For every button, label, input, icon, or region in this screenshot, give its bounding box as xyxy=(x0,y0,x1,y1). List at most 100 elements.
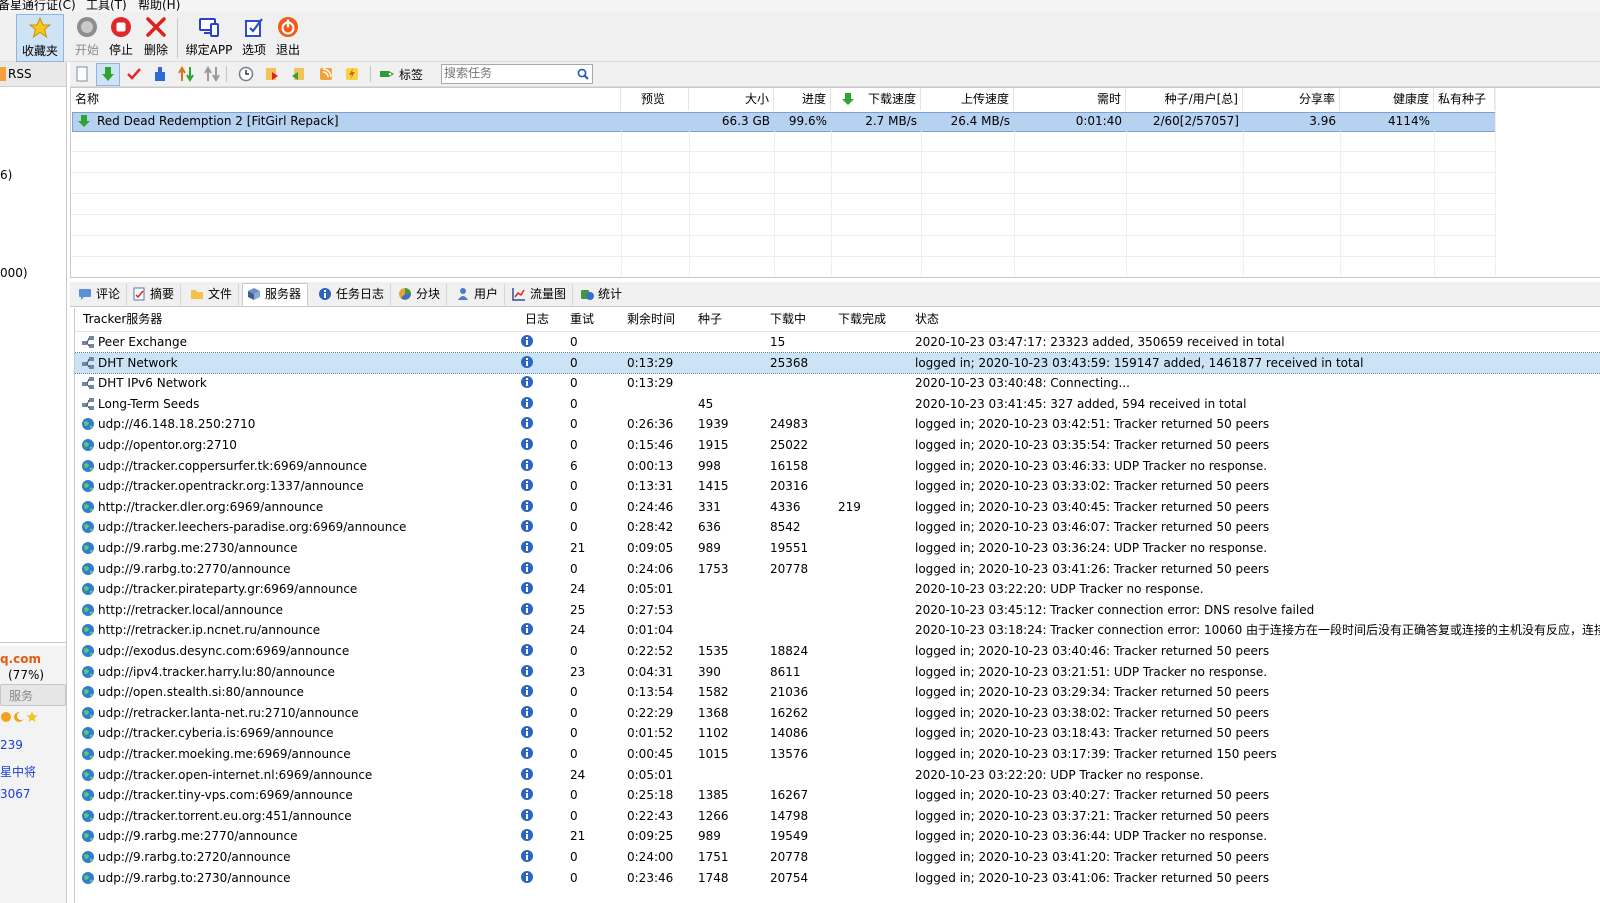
search-input[interactable] xyxy=(442,65,574,81)
upload-icon[interactable] xyxy=(152,66,168,82)
tracker-row[interactable]: udp://46.148.18.250:2710 0 0:26:36 1939 2498… xyxy=(75,414,1600,434)
tracker-row[interactable]: DHT Network 0 0:13:29 25368 logged in; 2020-… xyxy=(75,351,1600,374)
tracker-row[interactable]: udp://9.rarbg.me:2770/announce 21 0:09:25 9… xyxy=(75,826,1600,846)
column-header-retry[interactable]: 重试 xyxy=(570,308,594,331)
category-count[interactable]: 000) xyxy=(0,266,28,280)
info-icon[interactable] xyxy=(520,561,534,575)
tracker-row[interactable]: udp://open.stealth.si:80/announce 0 0:13:5… xyxy=(75,682,1600,702)
tracker-row[interactable]: http://tracker.dler.org:6969/announce 0 0:… xyxy=(75,497,1600,517)
tracker-row[interactable]: udp://exodus.desync.com:6969/announce 0 0:… xyxy=(75,641,1600,661)
tracker-row[interactable]: udp://9.rarbg.to:2770/announce 0 0:24:06 17… xyxy=(75,559,1600,579)
sort-up-icon[interactable] xyxy=(178,66,194,82)
info-icon[interactable] xyxy=(520,725,534,739)
tracker-row[interactable]: udp://9.rarbg.me:2730/announce 21 0:09:05 9… xyxy=(75,538,1600,558)
column-header-seeds[interactable]: 种子 xyxy=(698,308,722,331)
delete-button[interactable]: 删除 xyxy=(140,14,172,60)
info-icon[interactable] xyxy=(520,849,534,863)
tracker-row[interactable]: DHT IPv6 Network 0 0:13:29 2020-10-23 03:40… xyxy=(75,373,1600,393)
tracker-row[interactable]: udp://tracker.moeking.me:6969/announce 0 0… xyxy=(75,744,1600,764)
options-button[interactable]: 选项 xyxy=(238,14,270,60)
checkmark-icon[interactable] xyxy=(126,66,142,82)
tracker-row[interactable]: udp://tracker.tiny-vps.com:6969/announce… xyxy=(75,785,1600,805)
exit-button[interactable]: 退出 xyxy=(272,14,304,60)
info-icon[interactable] xyxy=(520,808,534,822)
tab-summary[interactable]: 摘要 xyxy=(128,284,182,305)
column-header-private[interactable]: 私有种子 xyxy=(1434,88,1495,110)
info-icon[interactable] xyxy=(520,499,534,513)
tag-icon[interactable] xyxy=(379,66,395,82)
tracker-row[interactable]: udp://9.rarbg.to:2730/announce 0 0:23:46 17… xyxy=(75,868,1600,888)
tracker-row[interactable]: http://retracker.ip.ncnet.ru/announce 24 0… xyxy=(75,620,1600,640)
info-icon[interactable] xyxy=(520,458,534,472)
menu-item-passport[interactable]: 备星通行证(C) xyxy=(0,0,76,12)
column-header-completed[interactable]: 下载完成 xyxy=(838,308,886,331)
info-icon[interactable] xyxy=(520,396,534,410)
user-number[interactable]: 239 xyxy=(0,738,23,752)
tab-files[interactable]: 文件 xyxy=(186,284,240,305)
menu-item-tools[interactable]: 工具(T) xyxy=(86,0,127,12)
download-filter-button[interactable] xyxy=(96,63,120,86)
info-icon[interactable] xyxy=(520,622,534,636)
info-icon[interactable] xyxy=(520,870,534,884)
column-header-tracker[interactable]: Tracker服务器 xyxy=(83,308,162,331)
stop-button[interactable]: 停止 xyxy=(106,14,136,60)
info-icon[interactable] xyxy=(520,602,534,616)
tracker-row[interactable]: Long-Term Seeds 0 45 2020-10-23 03:41:45: 3… xyxy=(75,394,1600,414)
import-icon[interactable] xyxy=(264,66,280,82)
tracker-row[interactable]: udp://opentor.org:2710 0 0:15:46 1915 25022 l… xyxy=(75,435,1600,455)
info-icon[interactable] xyxy=(520,416,534,430)
info-icon[interactable] xyxy=(520,355,534,369)
tracker-row[interactable]: udp://tracker.torrent.eu.org:451/announc… xyxy=(75,806,1600,826)
column-header-seeds-peers[interactable]: 种子/用户[总] xyxy=(1126,88,1243,110)
menu-item-help[interactable]: 帮助(H) xyxy=(138,0,180,12)
info-icon[interactable] xyxy=(520,684,534,698)
tab-traffic-graph[interactable]: 流量图 xyxy=(508,284,574,305)
column-header-health[interactable]: 健康度 xyxy=(1340,88,1434,110)
tracker-row[interactable]: Peer Exchange 0 15 2020-10-23 03:47:17: 233… xyxy=(75,332,1600,352)
site-link[interactable]: q.com xyxy=(0,652,41,666)
column-header-eta[interactable]: 需时 xyxy=(1014,88,1126,110)
column-header-status[interactable]: 状态 xyxy=(915,308,939,331)
column-header-download-speed[interactable]: 下载速度 xyxy=(831,88,921,110)
tag-label[interactable]: 标签 xyxy=(399,66,423,83)
speed-limit-icon[interactable] xyxy=(344,66,360,82)
column-header-name[interactable]: 名称 xyxy=(71,88,621,110)
tab-comments[interactable]: 评论 xyxy=(74,284,128,305)
column-header-remaining[interactable]: 剩余时间 xyxy=(627,308,675,331)
service-button[interactable]: 服务 xyxy=(0,684,66,706)
user-rank[interactable]: 星中将 xyxy=(0,763,36,780)
rss-icon[interactable] xyxy=(318,66,334,82)
tracker-row[interactable]: udp://tracker.coppersurfer.tk:6969/annou… xyxy=(75,456,1600,476)
info-icon[interactable] xyxy=(520,375,534,389)
info-icon[interactable] xyxy=(520,437,534,451)
info-icon[interactable] xyxy=(520,787,534,801)
column-header-progress[interactable]: 进度 xyxy=(774,88,831,110)
info-icon[interactable] xyxy=(520,519,534,533)
tab-statistics[interactable]: 统计 xyxy=(576,284,628,305)
info-icon[interactable] xyxy=(520,767,534,781)
column-header-log[interactable]: 日志 xyxy=(525,308,549,331)
tracker-row[interactable]: udp://retracker.lanta-net.ru:2710/announ… xyxy=(75,703,1600,723)
tracker-row[interactable]: udp://tracker.pirateparty.gr:6969/announ… xyxy=(75,579,1600,599)
column-header-preview[interactable]: 预览 xyxy=(621,88,689,110)
sort-down-icon[interactable] xyxy=(204,66,220,82)
user-number-2[interactable]: 3067 xyxy=(0,787,31,801)
tracker-row[interactable]: http://retracker.local/announce 25 0:27:53… xyxy=(75,600,1600,620)
info-icon[interactable] xyxy=(520,478,534,492)
search-icon[interactable] xyxy=(577,68,589,80)
tracker-row[interactable]: udp://tracker.opentrackr.org:1337/announ… xyxy=(75,476,1600,496)
column-header-upload-speed[interactable]: 上传速度 xyxy=(921,88,1014,110)
info-icon[interactable] xyxy=(520,828,534,842)
tab-task-log[interactable]: 任务日志 xyxy=(314,284,392,305)
info-icon[interactable] xyxy=(520,643,534,657)
tab-servers[interactable]: 服务器 xyxy=(242,283,309,306)
tab-pieces[interactable]: 分块 xyxy=(394,284,448,305)
schedule-icon[interactable] xyxy=(238,66,254,82)
tab-users[interactable]: 用户 xyxy=(452,284,506,305)
column-header-size[interactable]: 大小 xyxy=(689,88,774,110)
tracker-row[interactable]: udp://tracker.leechers-paradise.org:6969… xyxy=(75,517,1600,537)
column-header-downloading[interactable]: 下载中 xyxy=(770,308,806,331)
info-icon[interactable] xyxy=(520,664,534,678)
tracker-row[interactable]: udp://tracker.cyberia.is:6969/announce 0 0… xyxy=(75,723,1600,743)
tracker-row[interactable]: udp://tracker.open-internet.nl:6969/anno… xyxy=(75,765,1600,785)
